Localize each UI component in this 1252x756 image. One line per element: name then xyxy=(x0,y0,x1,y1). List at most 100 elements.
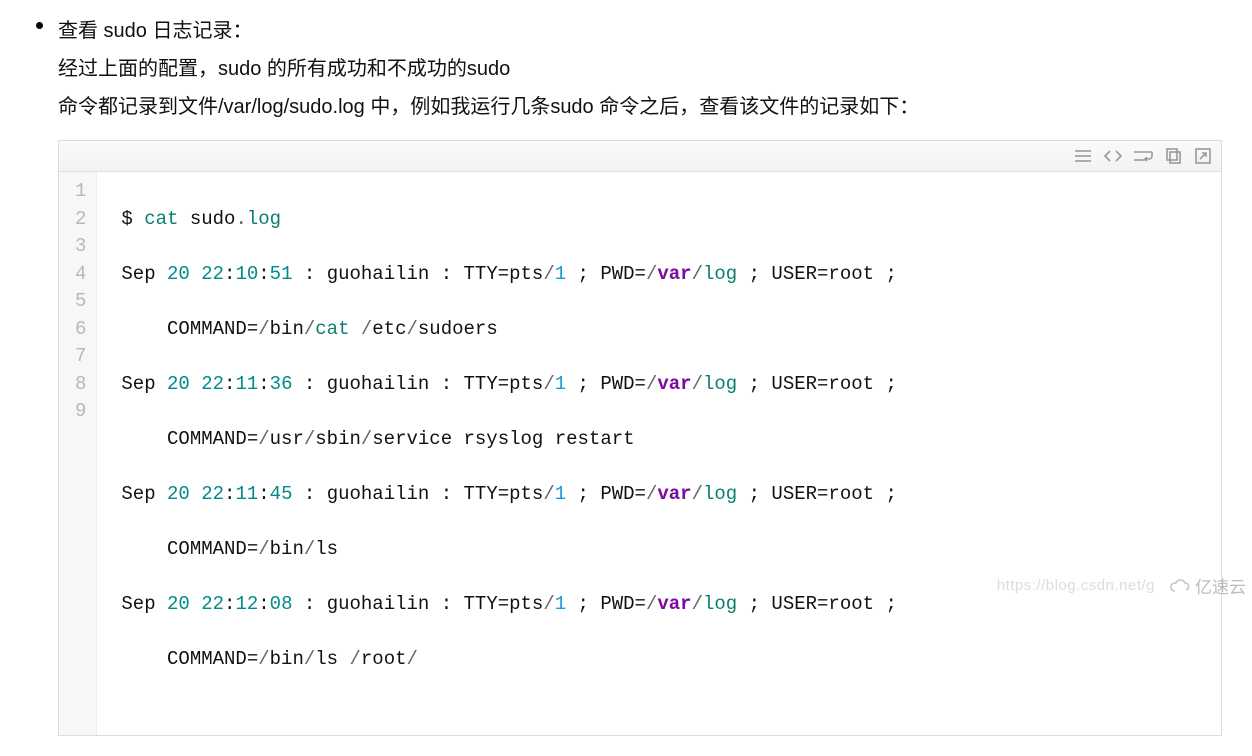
token: / xyxy=(646,483,657,505)
token xyxy=(190,593,201,615)
view-plain-icon[interactable] xyxy=(1073,146,1093,166)
token: : xyxy=(258,263,269,285)
token: 20 xyxy=(167,593,190,615)
token xyxy=(190,263,201,285)
token: ls xyxy=(315,648,349,670)
code-line: COMMAND=/bin/cat /etc/sudoers xyxy=(121,316,1211,344)
token: / xyxy=(304,538,315,560)
token: / xyxy=(692,373,703,395)
token: : xyxy=(258,483,269,505)
token: bin xyxy=(270,318,304,340)
token xyxy=(190,483,201,505)
desc-line-1: 查看 sudo 日志记录： xyxy=(58,12,1222,50)
code-line: Sep 20 22:10:51 : guohailin : TTY=pts/1 … xyxy=(121,261,1211,289)
token: root xyxy=(361,648,407,670)
token: / xyxy=(304,318,315,340)
token: 20 xyxy=(167,263,190,285)
token: 36 xyxy=(270,373,293,395)
token: : xyxy=(258,593,269,615)
token: log xyxy=(247,208,281,230)
token: sudo xyxy=(178,208,235,230)
token: / xyxy=(304,428,315,450)
token: ; PWD= xyxy=(566,373,646,395)
line-gutter: 1 2 3 4 5 6 7 8 9 xyxy=(59,172,97,735)
gutter-num: 4 xyxy=(75,261,86,289)
token: / xyxy=(646,263,657,285)
token: ; USER=root ; xyxy=(737,483,897,505)
token: 08 xyxy=(270,593,293,615)
token: Sep xyxy=(121,593,167,615)
token: ; USER=root ; xyxy=(737,593,897,615)
gutter-num: 1 xyxy=(75,178,86,206)
token: 22 xyxy=(201,373,224,395)
token: service rsyslog restart xyxy=(372,428,634,450)
gutter-num: 2 xyxy=(75,206,86,234)
token: / xyxy=(646,373,657,395)
token: : guohailin : TTY=pts xyxy=(292,593,543,615)
gutter-num: 6 xyxy=(75,316,86,344)
token: var xyxy=(657,593,691,615)
token: / xyxy=(407,318,418,340)
code-lines: $ cat sudo.log Sep 20 22:10:51 : guohail… xyxy=(97,172,1221,735)
token: cat xyxy=(315,318,361,340)
popout-icon[interactable] xyxy=(1193,146,1213,166)
token: / xyxy=(407,648,418,670)
desc-line-3: 命令都记录到文件/var/log/sudo.log 中，例如我运行几条sudo … xyxy=(58,88,1222,126)
token: 45 xyxy=(270,483,293,505)
token: / xyxy=(543,263,554,285)
token: 11 xyxy=(235,373,258,395)
desc-line-2: 经过上面的配置，sudo 的所有成功和不成功的sudo xyxy=(58,50,1222,88)
token: 11 xyxy=(235,483,258,505)
token: ; USER=root ; xyxy=(737,373,897,395)
token: / xyxy=(304,648,315,670)
token: : xyxy=(224,593,235,615)
gutter-num: 3 xyxy=(75,233,86,261)
token: / xyxy=(258,648,269,670)
code-block: 1 2 3 4 5 6 7 8 9 $ cat sudo.log Sep 20 … xyxy=(58,140,1222,736)
token: . xyxy=(235,208,246,230)
token: / xyxy=(543,373,554,395)
token: log xyxy=(703,593,737,615)
token: / xyxy=(692,593,703,615)
token: COMMAND= xyxy=(167,318,258,340)
token: : xyxy=(258,373,269,395)
token: bin xyxy=(270,648,304,670)
toggle-wrap-icon[interactable] xyxy=(1133,146,1153,166)
token: 20 xyxy=(167,483,190,505)
gutter-num: 8 xyxy=(75,371,86,399)
token: 51 xyxy=(270,263,293,285)
code-line: COMMAND=/bin/ls xyxy=(121,536,1211,564)
token: : guohailin : TTY=pts xyxy=(292,373,543,395)
token: : xyxy=(224,263,235,285)
token: log xyxy=(703,263,737,285)
token: COMMAND= xyxy=(167,428,258,450)
token: sbin xyxy=(315,428,361,450)
token: 22 xyxy=(201,483,224,505)
copy-icon[interactable] xyxy=(1163,146,1183,166)
token: 20 xyxy=(167,373,190,395)
description-text: 查看 sudo 日志记录： 经过上面的配置，sudo 的所有成功和不成功的sud… xyxy=(58,12,1222,126)
token: ; PWD= xyxy=(566,593,646,615)
token: ; PWD= xyxy=(566,483,646,505)
token: etc xyxy=(372,318,406,340)
token xyxy=(190,373,201,395)
token: 1 xyxy=(555,593,566,615)
list-item: 查看 sudo 日志记录： 经过上面的配置，sudo 的所有成功和不成功的sud… xyxy=(30,12,1222,736)
code-line: Sep 20 22:11:36 : guohailin : TTY=pts/1 … xyxy=(121,371,1211,399)
token: / xyxy=(543,483,554,505)
token: Sep xyxy=(121,263,167,285)
token: sudoers xyxy=(418,318,498,340)
gutter-num: 9 xyxy=(75,398,86,426)
token: / xyxy=(349,648,360,670)
code-line: COMMAND=/bin/ls /root/ xyxy=(121,646,1211,674)
token: 22 xyxy=(201,593,224,615)
token: : guohailin : TTY=pts xyxy=(292,483,543,505)
token: Sep xyxy=(121,483,167,505)
view-source-icon[interactable] xyxy=(1103,146,1123,166)
token: var xyxy=(657,373,691,395)
code-line: Sep 20 22:11:45 : guohailin : TTY=pts/1 … xyxy=(121,481,1211,509)
token: log xyxy=(703,373,737,395)
token: 1 xyxy=(555,373,566,395)
token: / xyxy=(646,593,657,615)
token: 10 xyxy=(235,263,258,285)
